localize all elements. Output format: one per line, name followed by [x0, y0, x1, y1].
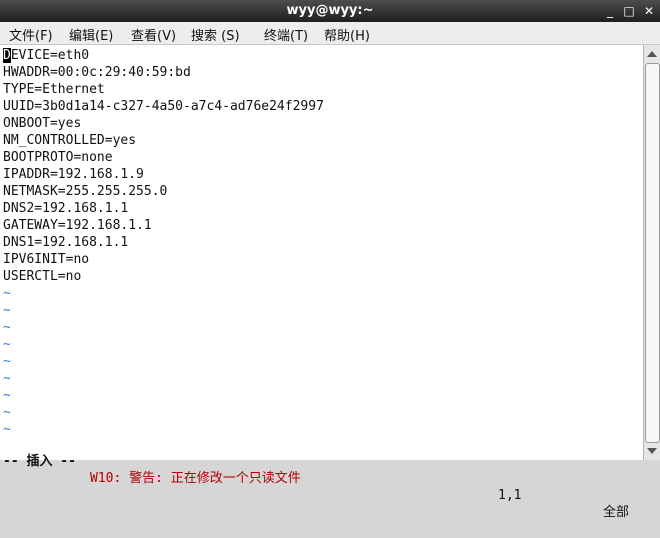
- empty-line-tilde: ~: [3, 371, 11, 386]
- menu-edit[interactable]: 编辑(E): [69, 25, 113, 44]
- editor-line: DNS1=192.168.1.1: [3, 235, 129, 250]
- editor-line: UUID=3b0d1a14-c327-4a50-a7c4-ad76e24f299…: [3, 99, 324, 114]
- menu-bar: 文件(F) 编辑(E) 查看(V) 搜索 (S) 终端(T) 帮助(H): [0, 22, 660, 45]
- editor-line: IPADDR=192.168.1.9: [3, 167, 144, 182]
- close-button[interactable]: ✕: [641, 3, 657, 19]
- editor-line: DEVICE=eth0: [3, 48, 90, 63]
- scroll-position: 全部: [603, 505, 630, 520]
- menu-file[interactable]: 文件(F): [9, 25, 53, 44]
- readonly-warning: W10: 警告: 正在修改一个只读文件: [90, 471, 301, 486]
- scroll-down-icon[interactable]: [647, 448, 657, 454]
- empty-line-tilde: ~: [3, 337, 11, 352]
- insert-mode-indicator: -- 插入 --: [3, 454, 76, 469]
- editor-line: IPV6INIT=no: [3, 252, 90, 267]
- empty-line-tilde: ~: [3, 303, 11, 318]
- editor-line: NM_CONTROLLED=yes: [3, 133, 137, 148]
- terminal-window: wyy@wyy:~ _ □ ✕ 文件(F) 编辑(E) 查看(V) 搜索 (S)…: [0, 0, 660, 520]
- empty-line-tilde: ~: [3, 354, 11, 369]
- editor-line: HWADDR=00:0c:29:40:59:bd: [3, 65, 191, 80]
- empty-line-tilde: ~: [3, 320, 11, 335]
- empty-line-tilde: ~: [3, 388, 11, 403]
- minimize-button[interactable]: _: [602, 3, 618, 19]
- empty-line-tilde: ~: [3, 405, 11, 420]
- scrollbar-thumb[interactable]: [645, 63, 660, 443]
- menu-search[interactable]: 搜索 (S): [191, 25, 240, 44]
- editor-line: USERCTL=no: [3, 269, 82, 284]
- text-cursor: D: [3, 48, 11, 63]
- menu-help[interactable]: 帮助(H): [324, 25, 370, 44]
- editor-line: DNS2=192.168.1.1: [3, 201, 129, 216]
- window-title: wyy@wyy:~: [286, 3, 374, 18]
- terminal-content[interactable]: DEVICE=eth0 HWADDR=00:0c:29:40:59:bd TYPE…: [0, 45, 643, 520]
- editor-line: BOOTPROTO=none: [3, 150, 113, 165]
- cursor-position: 1,1: [498, 488, 522, 503]
- editor-line: GATEWAY=192.168.1.1: [3, 218, 152, 233]
- scroll-up-icon[interactable]: [647, 51, 657, 57]
- maximize-button[interactable]: □: [621, 3, 637, 19]
- editor-line: NETMASK=255.255.255.0: [3, 184, 168, 199]
- menu-view[interactable]: 查看(V): [131, 25, 176, 44]
- menu-terminal[interactable]: 终端(T): [264, 25, 308, 44]
- vim-status-line: -- 插入 -- W10: 警告: 正在修改一个只读文件 1,1 全部: [0, 436, 643, 520]
- title-bar[interactable]: wyy@wyy:~ _ □ ✕: [0, 0, 660, 22]
- vertical-scrollbar[interactable]: [643, 45, 660, 460]
- empty-line-tilde: ~: [3, 286, 11, 301]
- editor-line: ONBOOT=yes: [3, 116, 82, 131]
- editor-line: TYPE=Ethernet: [3, 82, 105, 97]
